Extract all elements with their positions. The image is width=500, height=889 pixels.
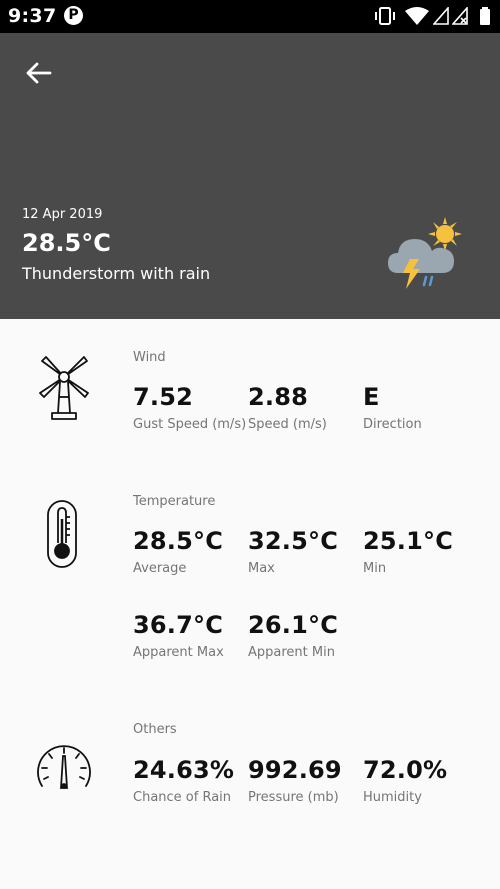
windmill-icon — [39, 356, 89, 420]
stat-label: Gust Speed (m/s) — [133, 417, 247, 432]
stat-value: 72.0% — [363, 756, 448, 784]
temperature-apparent-max: 36.7°C Apparent Max — [133, 611, 248, 660]
thunderstorm-rain-sun-icon — [388, 217, 462, 289]
wind-gust-speed: 7.52 Gust Speed (m/s) — [133, 383, 248, 432]
stat-value: 36.7°C — [133, 611, 224, 639]
stat-value: E — [363, 383, 380, 411]
temperature-apparent-min: 26.1°C Apparent Min — [248, 611, 363, 660]
status-bar: 9:37 P — [0, 0, 500, 33]
others-section: Others 24.63% Chance of Rain 992.69 Pres… — [0, 699, 500, 859]
others-title: Others — [133, 722, 177, 737]
app-notification-icon: P — [64, 6, 83, 25]
stat-value: 32.5°C — [248, 527, 339, 555]
temperature-average: 28.5°C Average — [133, 527, 248, 576]
stat-value: 28.5°C — [133, 527, 224, 555]
vibrate-icon — [375, 7, 395, 25]
wind-section: Wind 7.52 Gust Speed (m/s) 2.88 Speed (m… — [0, 319, 500, 469]
stat-label: Apparent Max — [133, 645, 224, 660]
signal-nosim-icon — [452, 7, 468, 25]
weather-description: Thunderstorm with rain — [22, 264, 211, 283]
wind-title: Wind — [133, 350, 166, 365]
humidity: 72.0% Humidity — [363, 756, 478, 805]
gauge-icon — [37, 745, 91, 789]
temperature-max: 32.5°C Max — [248, 527, 363, 576]
stat-value: 24.63% — [133, 756, 235, 784]
stat-label: Pressure (mb) — [248, 790, 339, 805]
stat-value: 992.69 — [248, 756, 342, 784]
stat-label: Direction — [363, 417, 422, 432]
thermometer-icon — [47, 500, 77, 568]
stat-label: Max — [248, 561, 275, 576]
status-time: 9:37 — [8, 5, 57, 27]
wifi-icon — [405, 7, 429, 25]
stat-label: Apparent Min — [248, 645, 335, 660]
wind-direction: E Direction — [363, 383, 478, 432]
pressure: 992.69 Pressure (mb) — [248, 756, 363, 805]
stat-value: 7.52 — [133, 383, 194, 411]
stat-label: Average — [133, 561, 187, 576]
stat-label: Min — [363, 561, 387, 576]
stat-label: Speed (m/s) — [248, 417, 327, 432]
battery-icon — [480, 7, 490, 25]
wind-speed: 2.88 Speed (m/s) — [248, 383, 363, 432]
temperature-section: Temperature 28.5°C Average 32.5°C Max 25… — [0, 469, 500, 699]
current-temperature: 28.5°C — [22, 229, 111, 257]
stat-value: 25.1°C — [363, 527, 454, 555]
chance-of-rain: 24.63% Chance of Rain — [133, 756, 248, 805]
temperature-title: Temperature — [133, 494, 216, 509]
stat-label: Humidity — [363, 790, 422, 805]
weather-header: 12 Apr 2019 28.5°C Thunderstorm with rai… — [0, 33, 500, 319]
signal-icon — [433, 7, 449, 25]
stat-value: 26.1°C — [248, 611, 339, 639]
stat-value: 2.88 — [248, 383, 309, 411]
forecast-date: 12 Apr 2019 — [22, 207, 103, 222]
back-arrow-icon[interactable] — [22, 57, 54, 89]
stat-label: Chance of Rain — [133, 790, 232, 805]
temperature-min: 25.1°C Min — [363, 527, 478, 576]
